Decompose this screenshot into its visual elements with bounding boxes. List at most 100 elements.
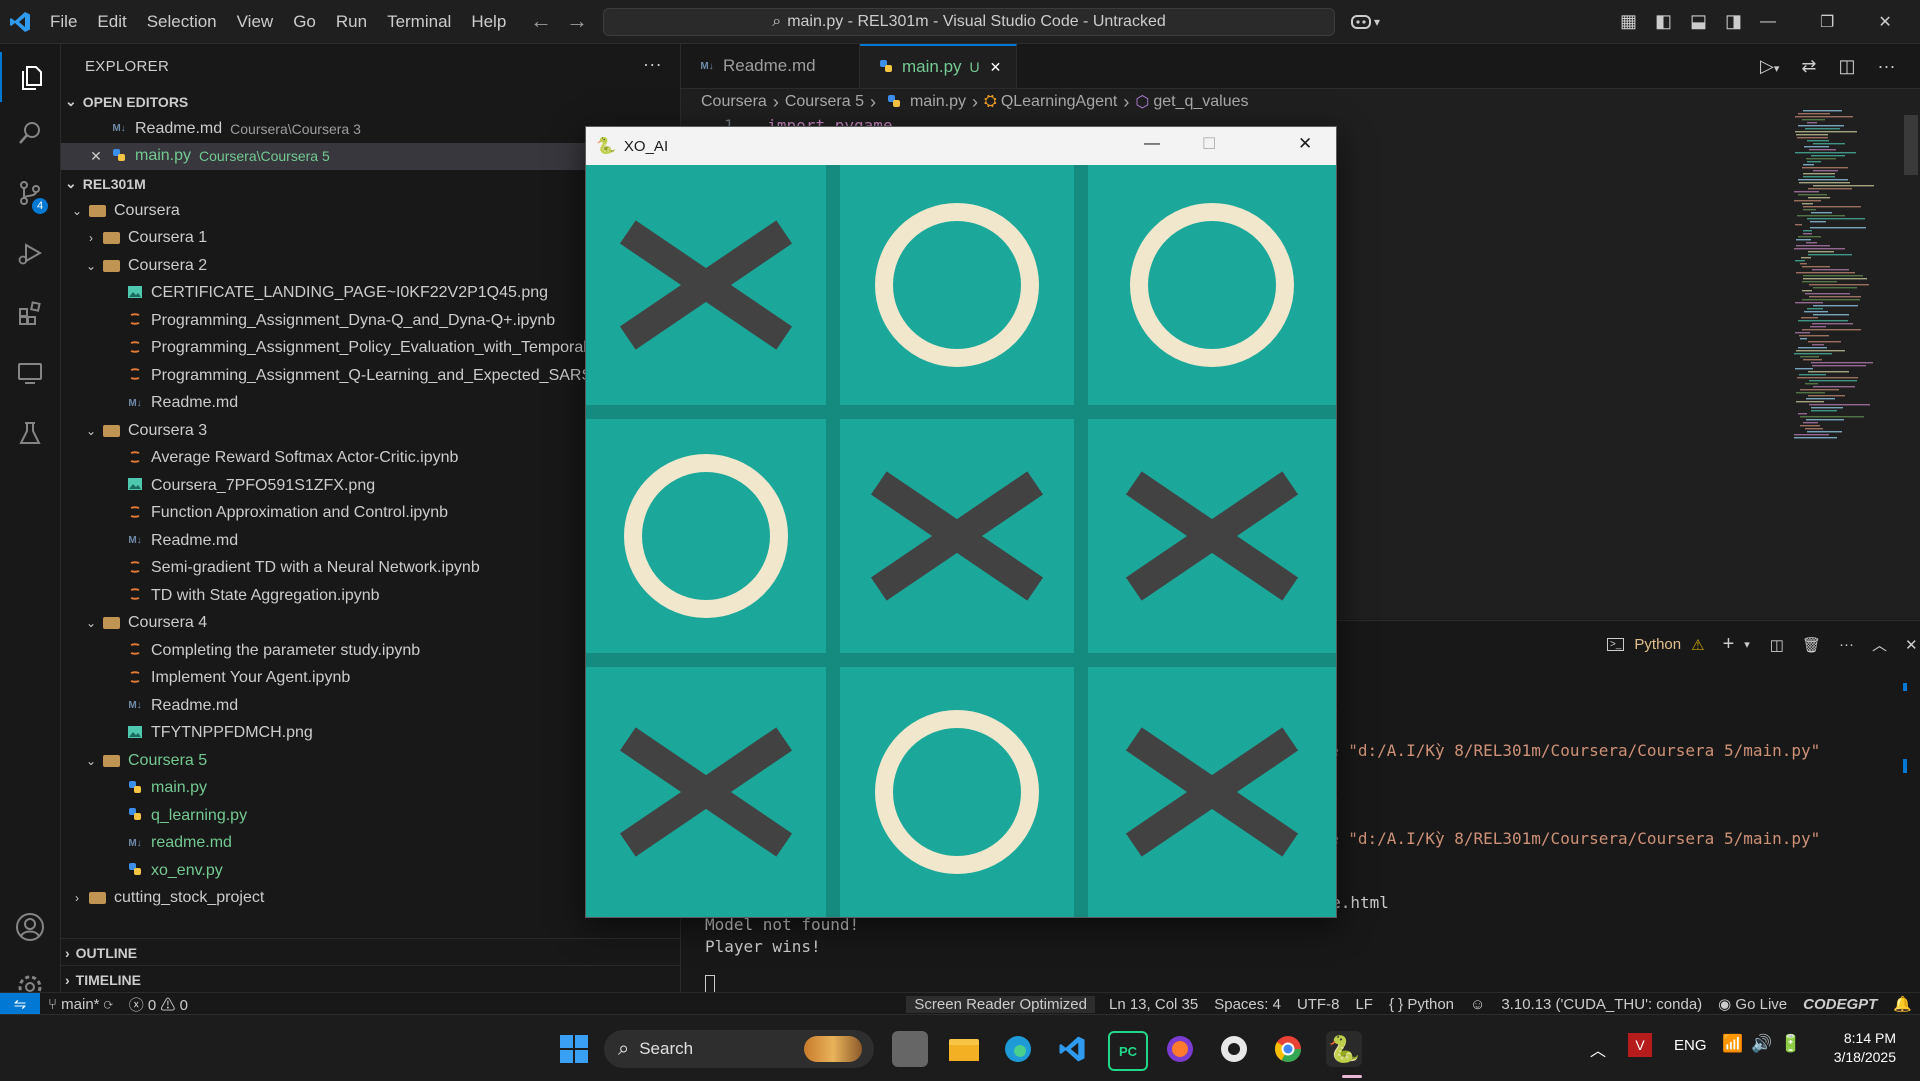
end-of-line[interactable]: LF xyxy=(1347,996,1381,1013)
image-icon xyxy=(127,477,143,494)
more-actions-icon[interactable]: ··· xyxy=(1877,56,1895,77)
restore-icon[interactable]: ❐ xyxy=(1820,12,1834,32)
copilot-icon[interactable]: ▾ xyxy=(1350,0,1380,43)
run-debug-icon[interactable] xyxy=(0,228,60,278)
breadcrumb-item[interactable]: QLearningAgent xyxy=(1001,93,1118,111)
go-live-button[interactable]: ◉ Go Live xyxy=(1710,995,1795,1013)
python-interpreter[interactable]: 3.10.13 ('CUDA_THU': conda) xyxy=(1493,996,1710,1013)
compare-changes-icon[interactable]: ⇄ xyxy=(1801,56,1816,77)
extensions-icon[interactable] xyxy=(0,288,60,338)
search-icon: ⌕ xyxy=(772,13,782,30)
back-arrow-icon[interactable]: ← xyxy=(530,8,566,33)
tab-readme-md[interactable]: M↓ Readme.md xyxy=(681,44,860,88)
command-center[interactable]: ⌕ main.py - REL301m - Visual Studio Code… xyxy=(603,8,1335,36)
clock[interactable]: 8:14 PM 3/18/2025 xyxy=(1810,1029,1896,1067)
open-editors-section[interactable]: ⌄ OPEN EDITORS xyxy=(61,88,680,115)
split-terminal-icon[interactable]: ◫ xyxy=(1770,636,1784,654)
task-view-icon[interactable] xyxy=(892,1031,928,1067)
minimize-icon[interactable]: — xyxy=(1144,135,1160,153)
problems-indicator[interactable]: ⓧ 0 ⚠ 0 xyxy=(121,994,196,1015)
vscode-taskbar-icon[interactable] xyxy=(1054,1031,1090,1067)
split-editor-icon[interactable]: ◫ xyxy=(1838,56,1855,77)
testing-icon[interactable] xyxy=(0,408,60,458)
encoding[interactable]: UTF-8 xyxy=(1289,996,1348,1013)
close-icon[interactable]: ✕ xyxy=(990,59,1002,76)
sync-icon[interactable]: ⟳ xyxy=(104,996,113,1013)
minimap[interactable] xyxy=(1790,110,1900,440)
menu-selection[interactable]: Selection xyxy=(137,12,227,32)
new-terminal-icon[interactable]: + xyxy=(1723,633,1735,656)
customize-layout-icon[interactable]: ▦ xyxy=(1620,11,1637,32)
pycharm-icon[interactable]: PC xyxy=(1108,1031,1148,1071)
language-indicator[interactable]: ENG xyxy=(1674,1037,1707,1054)
search-icon[interactable] xyxy=(0,108,60,158)
explorer-icon[interactable] xyxy=(0,52,62,102)
breadcrumb-item[interactable]: get_q_values xyxy=(1153,93,1248,111)
terminal-name[interactable]: Python xyxy=(1634,636,1681,653)
file-name: Function Approximation and Control.ipynb xyxy=(151,504,449,522)
windows-start-icon[interactable] xyxy=(556,1031,592,1067)
remote-indicator-icon[interactable]: ⇋ xyxy=(0,993,40,1015)
close-panel-icon[interactable]: ✕ xyxy=(1905,636,1918,654)
show-hidden-icons[interactable]: ︿ xyxy=(1590,1037,1606,1061)
menu-go[interactable]: Go xyxy=(283,12,326,32)
tab-main-py[interactable]: main.py U ✕ xyxy=(860,44,1017,88)
maximize-icon[interactable]: ☐ xyxy=(1202,134,1216,154)
cursor-position[interactable]: Ln 13, Col 35 xyxy=(1101,996,1206,1013)
breadcrumb-item[interactable]: Coursera xyxy=(701,93,767,111)
notifications-bell-icon[interactable]: 🔔 xyxy=(1885,995,1920,1013)
taskbar-search[interactable]: ⌕ Search xyxy=(604,1030,874,1068)
menu-view[interactable]: View xyxy=(227,12,284,32)
chrome-icon[interactable] xyxy=(1270,1031,1306,1067)
screen-reader-mode[interactable]: Screen Reader Optimized xyxy=(906,995,1095,1013)
board-cell[interactable] xyxy=(840,419,1074,653)
board-cell[interactable] xyxy=(1088,165,1336,405)
close-icon[interactable]: ✕ xyxy=(85,148,107,165)
edge-browser-icon[interactable] xyxy=(1000,1031,1036,1067)
tray-app-icon[interactable]: V xyxy=(1628,1033,1652,1057)
board-cell[interactable] xyxy=(586,419,826,653)
forward-arrow-icon[interactable]: → xyxy=(566,8,602,33)
pygame-window-taskbar-icon[interactable]: 🐍 xyxy=(1326,1031,1362,1067)
board-cell[interactable] xyxy=(1088,667,1336,917)
run-icon[interactable]: ▷▾ xyxy=(1760,56,1779,77)
github-desktop-icon[interactable] xyxy=(1216,1031,1252,1067)
branch-indicator[interactable]: ⑂ main* ⟳ xyxy=(40,996,121,1013)
minimize-icon[interactable]: — xyxy=(1760,13,1776,31)
firefox-icon[interactable] xyxy=(1162,1031,1198,1067)
remote-explorer-icon[interactable] xyxy=(0,348,60,398)
file-explorer-icon[interactable] xyxy=(946,1031,982,1067)
kill-terminal-icon[interactable]: 🗑 xyxy=(1802,636,1821,654)
menu-terminal[interactable]: Terminal xyxy=(377,12,461,32)
close-icon[interactable]: ✕ xyxy=(1878,12,1891,32)
codegpt-label[interactable]: CODEGPT xyxy=(1795,996,1885,1013)
breadcrumb-item[interactable]: main.py xyxy=(910,93,966,111)
more-actions-icon[interactable]: ··· xyxy=(643,54,662,75)
more-actions-icon[interactable]: ··· xyxy=(1839,636,1854,653)
board-cell[interactable] xyxy=(840,667,1074,917)
board-cell[interactable] xyxy=(586,165,826,405)
toggle-panel-icon[interactable]: ⬓ xyxy=(1690,11,1707,32)
copilot-status-icon[interactable]: ☺ xyxy=(1462,996,1493,1013)
board-cell[interactable] xyxy=(586,667,826,917)
menu-run[interactable]: Run xyxy=(326,12,377,32)
menu-file[interactable]: File xyxy=(40,12,87,32)
board-cell[interactable] xyxy=(840,165,1074,405)
menu-help[interactable]: Help xyxy=(461,12,516,32)
editor-scrollbar[interactable] xyxy=(1904,115,1918,175)
indentation[interactable]: Spaces: 4 xyxy=(1206,996,1289,1013)
toggle-secondary-sidebar-icon[interactable]: ◨ xyxy=(1725,11,1742,32)
toggle-sidebar-icon[interactable]: ◧ xyxy=(1655,11,1672,32)
close-icon[interactable]: ✕ xyxy=(1298,134,1312,154)
accounts-icon[interactable] xyxy=(0,902,60,952)
source-control-icon[interactable]: 4 xyxy=(0,168,60,218)
breadcrumb-item[interactable]: Coursera 5 xyxy=(785,93,864,111)
menu-edit[interactable]: Edit xyxy=(87,12,136,32)
outline-section[interactable]: › OUTLINE xyxy=(61,938,684,966)
system-tray[interactable]: 📶🔊🔋 xyxy=(1722,1034,1810,1054)
timeline-section[interactable]: › TIMELINE xyxy=(61,965,684,993)
maximize-panel-icon[interactable]: ︿ xyxy=(1872,634,1887,655)
language-mode[interactable]: { } Python xyxy=(1381,996,1462,1013)
board-cell[interactable] xyxy=(1088,419,1336,653)
game-window[interactable]: 🐍 XO_AI — ☐ ✕ xyxy=(585,126,1337,918)
